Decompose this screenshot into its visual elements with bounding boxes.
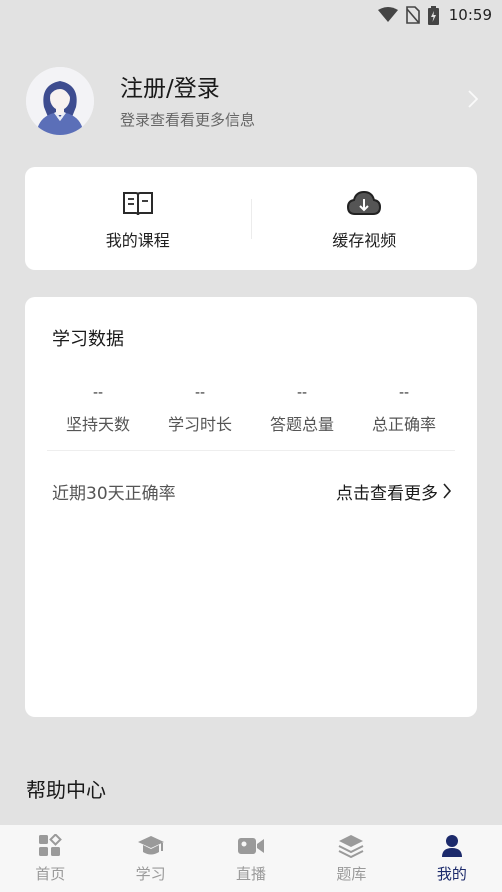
bottom-nav: 首页 学习 直播 题库 我的: [0, 825, 502, 892]
book-icon: [122, 187, 154, 219]
tab-label: 我的: [436, 865, 467, 883]
cached-videos-label: 缓存视频: [332, 230, 397, 250]
user-icon: [441, 833, 463, 859]
quick-actions-card: 我的课程 缓存视频: [25, 167, 477, 270]
stats-row: -- 坚持天数 -- 学习时长 -- 答题总量 -- 总正确率: [47, 381, 455, 435]
tab-label: 首页: [35, 865, 66, 883]
stat-label: 答题总量: [269, 415, 334, 434]
help-center-title[interactable]: 帮助中心: [26, 774, 106, 803]
study-data-card: 学习数据 -- 坚持天数 -- 学习时长 -- 答题总量 -- 总正确率 近期3…: [25, 297, 477, 717]
login-subtitle: 登录查看看更多信息: [120, 110, 256, 129]
status-bar: 10:59: [0, 0, 502, 30]
video-camera-icon: [237, 833, 265, 859]
status-time: 10:59: [448, 6, 492, 24]
stat-persist-days: -- 坚持天数: [47, 381, 149, 435]
home-grid-icon: [38, 833, 63, 859]
tab-label: 题库: [336, 865, 367, 883]
wifi-icon: [377, 7, 398, 23]
view-more-label[interactable]: 点击查看更多: [336, 479, 438, 504]
study-data-title: 学习数据: [52, 329, 124, 350]
profile-header[interactable]: 注册/登录 登录查看看更多信息: [26, 66, 482, 136]
tab-live[interactable]: 直播: [201, 825, 301, 892]
layers-icon: [338, 833, 364, 859]
cached-videos-button[interactable]: 缓存视频: [252, 167, 478, 270]
stat-value: --: [296, 385, 308, 401]
stat-value: --: [194, 385, 206, 401]
chevron-right-icon: [443, 483, 452, 499]
cloud-download-icon: [346, 187, 382, 219]
graduation-cap-icon: [137, 833, 165, 859]
chevron-right-icon[interactable]: [468, 90, 479, 112]
stat-value: --: [92, 385, 104, 401]
stat-value: --: [398, 385, 410, 401]
avatar-icon[interactable]: [26, 67, 94, 135]
battery-charging-icon: [427, 5, 439, 25]
stat-label: 坚持天数: [65, 415, 130, 434]
no-sim-icon: [405, 6, 420, 24]
view-more-link[interactable]: 点击查看更多: [336, 479, 452, 504]
tab-home[interactable]: 首页: [0, 825, 100, 892]
recent-accuracy-label: 近期30天正确率: [52, 483, 176, 504]
tab-label: 直播: [236, 865, 267, 883]
stat-label: 学习时长: [167, 415, 232, 434]
stat-total-accuracy: -- 总正确率: [353, 381, 455, 435]
stat-study-duration: -- 学习时长: [149, 381, 251, 435]
stat-total-answers: -- 答题总量: [251, 381, 353, 435]
my-courses-button[interactable]: 我的课程: [25, 167, 251, 270]
divider: [47, 450, 455, 451]
tab-question-bank[interactable]: 题库: [301, 825, 401, 892]
tab-mine[interactable]: 我的: [402, 825, 502, 892]
my-courses-label: 我的课程: [105, 230, 170, 250]
tab-label: 学习: [135, 865, 166, 883]
tab-study[interactable]: 学习: [100, 825, 200, 892]
stat-label: 总正确率: [371, 415, 436, 434]
login-title[interactable]: 注册/登录: [120, 73, 482, 105]
recent-accuracy-row: 近期30天正确率 点击查看更多: [52, 477, 452, 505]
